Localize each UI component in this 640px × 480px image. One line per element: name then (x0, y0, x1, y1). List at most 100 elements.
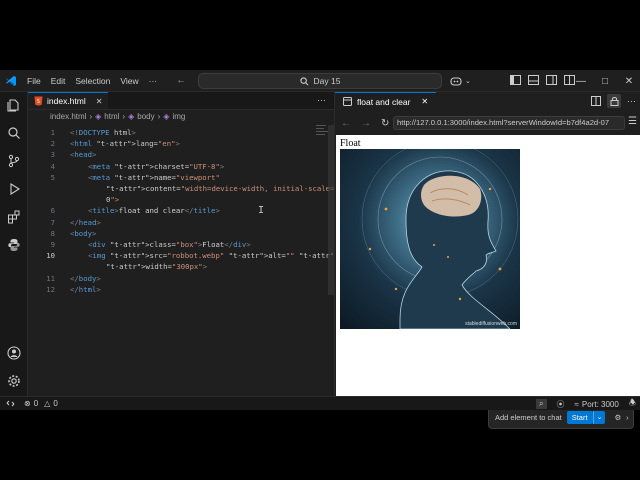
menu-selection[interactable]: Selection (70, 76, 115, 86)
breadcrumb-img[interactable]: img (172, 112, 185, 121)
reload-icon[interactable]: ↻ (381, 118, 389, 129)
code-text: <div "t-attr">class="box">Float</div> (88, 240, 251, 249)
code-line[interactable]: 12 </html> (28, 284, 328, 295)
tab-preview[interactable]: float and clear ✕ (335, 92, 437, 110)
explorer-icon[interactable] (5, 96, 23, 114)
chevron-down-icon: ⌄ (465, 78, 471, 85)
extensions-icon[interactable] (5, 208, 23, 226)
rendered-page: Float stablediffusionweb.com Add element… (336, 135, 640, 429)
breadcrumb: index.html › ◈ html › ◈ body › ◈ img (28, 110, 334, 123)
line-number: 2 (50, 139, 55, 149)
copilot-icon (450, 77, 462, 86)
code-line[interactable]: 10 <img "t-attr">src="robbot.webp" "t-att… (28, 250, 400, 261)
robot-image: stablediffusionweb.com (340, 149, 520, 329)
tab-label: index.html (47, 96, 86, 106)
title-bar: File Edit Selection View ··· ← → Day 15 … (0, 70, 640, 92)
menu-edit[interactable]: Edit (46, 76, 71, 86)
browser-back-icon[interactable]: ← (341, 118, 351, 129)
code-line[interactable]: 8 <body> (28, 228, 328, 239)
toggle-primary-sidebar-icon[interactable] (510, 75, 521, 85)
code-line[interactable]: 5 <meta "t-attr">name="viewport" (28, 172, 328, 183)
line-number: 4 (50, 161, 55, 171)
svg-text:5: 5 (37, 99, 40, 105)
menu-more[interactable]: ··· (144, 76, 163, 86)
image-watermark: stablediffusionweb.com (465, 321, 517, 327)
tab-index-html[interactable]: 5 index.html ✕ (28, 92, 109, 109)
zoom-icon[interactable]: ⌕ (536, 399, 547, 409)
mouse-cursor-icon: I (258, 205, 265, 216)
port-icon: ≈ (574, 399, 579, 409)
code-text: </head> (70, 217, 101, 227)
warning-count: 0 (53, 399, 58, 408)
code-line[interactable]: 3 <head> (28, 149, 328, 160)
browser-forward-icon[interactable]: → (361, 118, 371, 129)
more-actions-icon[interactable]: ··· (627, 96, 636, 106)
code-line[interactable]: 11 </body> (28, 273, 328, 284)
chat-settings-gear-icon[interactable]: ⚙ (614, 413, 621, 422)
python-icon[interactable] (5, 236, 23, 254)
start-button[interactable]: Start (566, 410, 593, 424)
url-input[interactable]: http://127.0.0.1:3000/index.html?serverW… (393, 116, 625, 130)
close-tab-icon[interactable]: ✕ (96, 97, 103, 106)
menu-file[interactable]: File (22, 76, 46, 86)
line-number: 3 (50, 150, 55, 160)
code-text: <html "t-attr">lang="en"> (70, 139, 180, 149)
code-line[interactable]: 2 <html "t-attr">lang="en"> (28, 138, 328, 149)
error-count: 0 (33, 399, 39, 408)
settings-gear-icon[interactable] (5, 372, 23, 390)
lock-icon[interactable] (607, 94, 621, 108)
close-window-icon[interactable]: ✕ (618, 70, 640, 92)
line-number: 8 (50, 228, 55, 238)
chevron-right-icon[interactable]: › (626, 413, 629, 422)
code-line[interactable]: 6 <title>float and clear</title> (28, 205, 328, 216)
run-debug-icon[interactable] (5, 180, 23, 198)
warning-icon: △ (44, 399, 51, 408)
account-icon[interactable] (5, 344, 23, 362)
line-number: 1 (50, 128, 55, 137)
broadcast-icon[interactable]: ⦿ (557, 399, 565, 410)
back-arrow-icon[interactable]: ← (176, 75, 186, 86)
copilot-button[interactable]: ⌄ (450, 74, 476, 88)
more-actions-icon[interactable]: ··· (317, 95, 326, 105)
code-text: <!DOCTYPE html> (70, 128, 136, 137)
code-line[interactable]: "t-attr">width="300px"> (28, 261, 328, 272)
float-box-text: Float (340, 138, 361, 149)
chevron-right-icon: › (122, 112, 126, 121)
browser-toolbar: ← → ↻ http://127.0.0.1:3000/index.html?s… (335, 114, 640, 132)
menu-view[interactable]: View (115, 76, 143, 86)
line-number: 12 (46, 284, 55, 294)
command-center-label: Day 15 (313, 76, 341, 86)
code-line[interactable]: "t-attr">content="width=device-width, in… (28, 183, 343, 194)
code-text: </body> (70, 273, 101, 283)
browser-tab-icon (343, 97, 352, 106)
vscode-logo-icon (0, 70, 22, 92)
search-view-icon[interactable] (5, 124, 23, 142)
maximize-icon[interactable]: □ (594, 70, 616, 92)
notifications-bell-icon[interactable]: 🕭 (629, 397, 636, 411)
code-line[interactable]: 1 <!DOCTYPE html> (28, 127, 328, 138)
minimize-icon[interactable]: — (570, 70, 592, 92)
command-center-search[interactable]: Day 15 (198, 73, 442, 89)
problems-status[interactable]: ⊗ 0 △ 0 (24, 399, 58, 408)
code-line[interactable]: 7 </head> (28, 217, 328, 228)
port-label: Port: 3000 (581, 399, 619, 409)
breadcrumb-body[interactable]: body (137, 112, 154, 121)
port-status[interactable]: ≈ Port: 3000 (575, 400, 619, 409)
code-line[interactable]: 9 <div "t-attr">class="box">Float</div> (28, 239, 328, 250)
code-line[interactable]: 0"> (28, 194, 328, 205)
remote-indicator-icon[interactable] (0, 397, 20, 411)
hamburger-menu-icon[interactable]: ☰ (628, 116, 637, 127)
element-icon: ◈ (95, 112, 102, 121)
start-dropdown-icon[interactable]: ⌄ (592, 410, 606, 424)
source-control-icon[interactable] (5, 152, 23, 170)
code-line[interactable]: 4 <meta "t-attr">charset="UTF-8"> (28, 161, 328, 172)
toggle-panel-icon[interactable] (528, 75, 539, 85)
close-tab-icon[interactable]: ✕ (421, 97, 428, 106)
breadcrumb-html[interactable]: html (104, 112, 119, 121)
code-editor: 5 index.html ✕ ··· index.html › ◈ html ›… (28, 92, 400, 396)
html5-icon: 5 (34, 96, 43, 106)
editor-tabs: 5 index.html ✕ ··· (28, 92, 334, 110)
toggle-secondary-sidebar-icon[interactable] (546, 75, 557, 85)
breadcrumb-file[interactable]: index.html (50, 112, 86, 121)
split-editor-icon[interactable] (591, 96, 601, 106)
